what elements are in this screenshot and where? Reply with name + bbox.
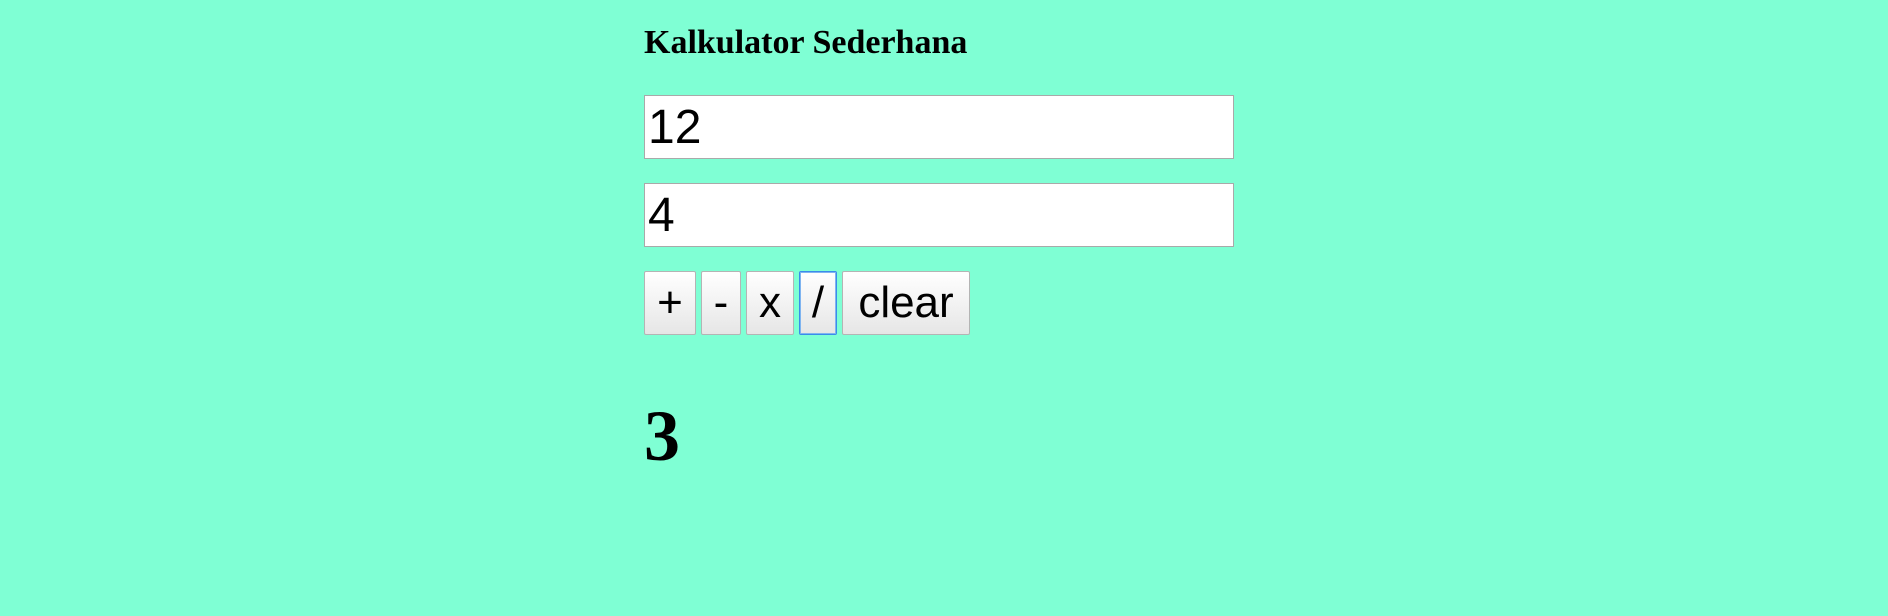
first-number-input[interactable] [644, 95, 1234, 159]
clear-button[interactable]: clear [842, 271, 970, 335]
operator-button-row: + - x / clear [644, 271, 970, 335]
subtract-button[interactable]: - [701, 271, 741, 335]
multiply-button[interactable]: x [746, 271, 794, 335]
add-button[interactable]: + [644, 271, 696, 335]
page-title: Kalkulator Sederhana [644, 24, 968, 61]
result-display: 3 [644, 396, 680, 476]
second-number-input[interactable] [644, 183, 1234, 247]
divide-button[interactable]: / [799, 271, 837, 335]
